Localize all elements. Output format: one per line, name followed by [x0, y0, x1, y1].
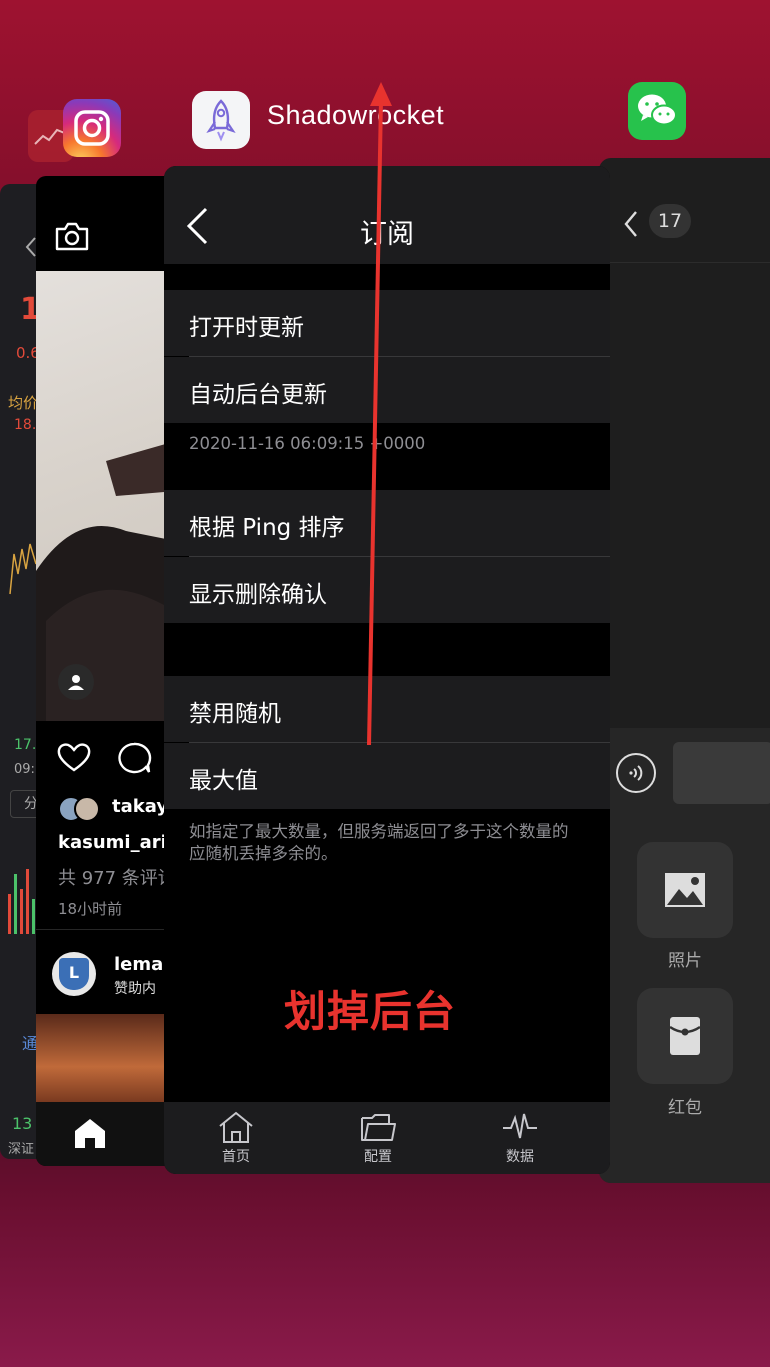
next-post-photo[interactable] — [36, 1014, 176, 1102]
message-input[interactable] — [673, 742, 770, 804]
tab-home[interactable]: 首页 — [196, 1110, 276, 1166]
tab-bar: 首页 配置 数据 — [164, 1102, 610, 1174]
photo-label: 照片 — [668, 951, 702, 971]
divider — [36, 929, 176, 930]
row-max-value[interactable]: 最大值 — [164, 743, 610, 809]
like-heart-icon[interactable] — [56, 741, 92, 773]
tab-label: 首页 — [222, 1149, 250, 1165]
liker-avatar — [74, 796, 100, 822]
unread-badge: 17 — [649, 204, 691, 238]
low-value: 17. — [14, 737, 37, 753]
divider — [599, 262, 770, 263]
tab-label: 数据 — [506, 1149, 534, 1165]
red-packet-icon — [669, 1017, 701, 1055]
max-value-note-line1: 如指定了最大数量，但服务端返回了多于这个数量的 — [189, 822, 569, 841]
row-label: 最大值 — [189, 768, 258, 794]
post-time: 18小时前 — [58, 900, 123, 918]
post-photo[interactable] — [36, 271, 176, 721]
avg-price-label: 均价 — [8, 394, 39, 412]
folder-icon — [361, 1114, 396, 1141]
swipe-away-annotation: 划掉后台 — [284, 987, 457, 1036]
tab-config[interactable]: 配置 — [338, 1110, 418, 1166]
max-value-note-line2: 应随机丢掉多余的。 — [189, 844, 338, 863]
row-label: 禁用随机 — [189, 701, 281, 727]
tab-label: 配置 — [364, 1149, 392, 1165]
tab-data[interactable]: 数据 — [480, 1110, 560, 1166]
home-icon — [219, 1111, 253, 1143]
sponsor-label: 赞助内 — [114, 981, 156, 997]
tagged-user-icon[interactable] — [58, 664, 94, 700]
red-packet-label: 红包 — [668, 1098, 702, 1118]
wechat-icon[interactable] — [628, 82, 686, 140]
instagram-tabbar — [36, 1102, 176, 1166]
photo-button[interactable] — [637, 842, 733, 938]
time-label: 09: — [14, 762, 35, 777]
row-label: 打开时更新 — [189, 315, 304, 341]
home-icon[interactable] — [72, 1116, 108, 1150]
view-comments-link[interactable]: 共 977 条评论 — [58, 864, 176, 890]
caption-username[interactable]: kasumi_arin — [58, 832, 176, 853]
swipe-up-arrow-icon — [367, 82, 392, 746]
avg-price-value: 18. — [14, 417, 37, 433]
back-chevron-icon[interactable] — [623, 210, 639, 238]
photo-icon — [665, 873, 705, 907]
index-name: 深证 — [8, 1142, 35, 1157]
voice-input-icon[interactable] — [615, 752, 657, 794]
activity-icon — [503, 1113, 537, 1139]
red-packet-button[interactable] — [637, 988, 733, 1084]
liked-by-username[interactable]: takay — [112, 796, 168, 817]
index-value: 13 — [12, 1114, 33, 1133]
sponsor-avatar[interactable]: L — [52, 952, 96, 996]
row-label: 显示删除确认 — [189, 582, 327, 608]
wechat-app-card[interactable]: 17 照片 红包 — [599, 158, 770, 1183]
camera-icon[interactable] — [54, 220, 90, 252]
shadowrocket-icon[interactable] — [192, 91, 250, 149]
instagram-app-card[interactable]: takay kasumi_arin 共 977 条评论 18小时前 L lema… — [36, 176, 176, 1166]
comment-icon[interactable] — [116, 741, 152, 775]
row-label: 自动后台更新 — [189, 382, 327, 408]
instagram-icon[interactable] — [63, 99, 121, 157]
shield-logo-icon: L — [59, 958, 89, 990]
row-label: 根据 Ping 排序 — [189, 515, 345, 541]
focused-app-name: Shadowrocket — [267, 100, 445, 130]
